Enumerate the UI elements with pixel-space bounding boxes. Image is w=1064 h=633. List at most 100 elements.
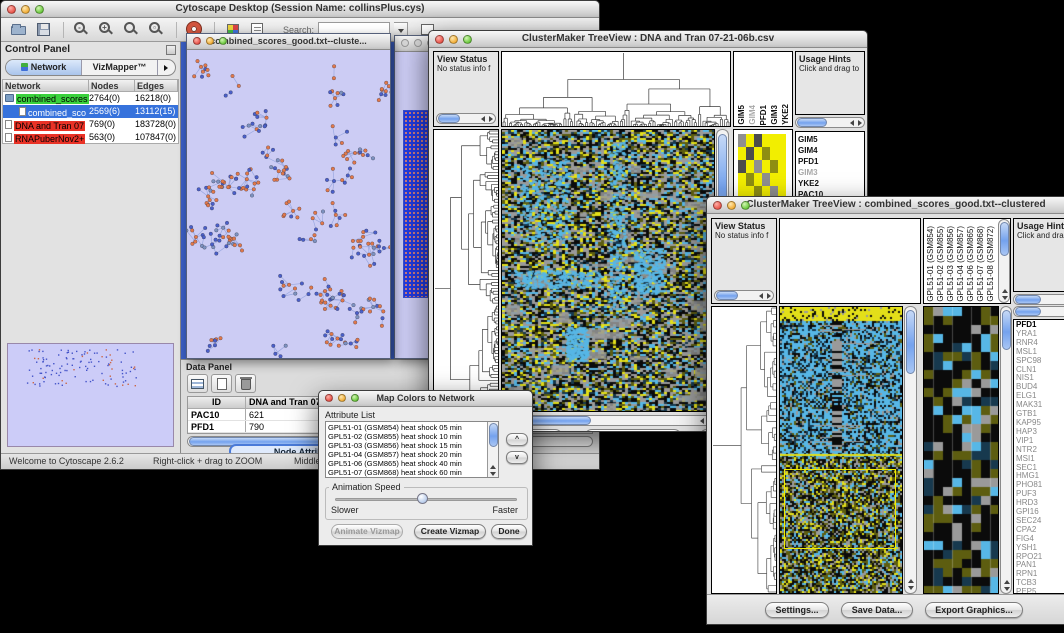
network-canvas[interactable]: [187, 50, 390, 358]
network-row[interactable]: combined_scores2764(0)16218(0): [3, 92, 178, 105]
close-button[interactable]: [193, 37, 201, 45]
zoom-window-button[interactable]: [351, 394, 359, 402]
tv2-titlebar[interactable]: ClusterMaker TreeView : combined_scores_…: [707, 197, 1064, 214]
tv2-export-graphics-button[interactable]: Export Graphics...: [925, 602, 1023, 618]
attribute-item[interactable]: GPL51-07 (GSM868) heat shock 60 min: [328, 468, 496, 477]
view-status-hscrollbar[interactable]: [714, 290, 774, 301]
network-view-window[interactable]: combined_scores_good.txt--cluste...: [186, 33, 391, 359]
attribute-item[interactable]: GPL51-04 (GSM857) heat shock 20 min: [328, 450, 496, 459]
scrollbar-thumb[interactable]: [1002, 310, 1011, 350]
attribute-item[interactable]: GPL51-02 (GSM855) heat shock 10 min: [328, 432, 496, 441]
minimize-button[interactable]: [338, 394, 346, 402]
minimize-button[interactable]: [206, 37, 214, 45]
gene-label[interactable]: PFD1: [798, 156, 864, 167]
open-session-button[interactable]: [9, 20, 30, 39]
tv2-collabels-vscrollbar[interactable]: [998, 219, 1010, 303]
tv1-heatmap-hscrollbar[interactable]: [501, 415, 715, 426]
scroll-down-icon[interactable]: [1002, 296, 1008, 300]
tv2-heatmap-vscrollbar[interactable]: [904, 306, 917, 594]
scroll-left-icon[interactable]: [700, 418, 704, 424]
close-button[interactable]: [401, 39, 409, 47]
tab-vizmapper[interactable]: VizMapper™: [82, 60, 157, 75]
minimize-button[interactable]: [449, 35, 458, 44]
attribute-up-button[interactable]: ^: [506, 433, 528, 446]
scrollbar-thumb[interactable]: [1000, 222, 1009, 256]
select-attributes-button[interactable]: [187, 374, 208, 393]
create-vizmap-button[interactable]: Create Vizmap: [414, 524, 486, 539]
scroll-up-icon[interactable]: [1004, 580, 1010, 584]
network-overview-thumbnail[interactable]: [7, 343, 174, 447]
scroll-up-icon[interactable]: [1002, 289, 1008, 293]
scrollbar-thumb[interactable]: [438, 114, 460, 123]
minimize-button[interactable]: [21, 5, 30, 14]
scrollbar-thumb[interactable]: [906, 310, 915, 374]
close-button[interactable]: [713, 201, 722, 210]
scroll-left-icon[interactable]: [481, 116, 485, 122]
scrollbar-thumb[interactable]: [1015, 307, 1041, 316]
tv2-genelabels-hscrollbar[interactable]: [1013, 306, 1064, 317]
tv1-genelabels-hscrollbar[interactable]: [795, 117, 865, 128]
scrollbar-thumb[interactable]: [797, 118, 827, 127]
tv1-heatmap[interactable]: [501, 129, 715, 412]
attribute-down-button[interactable]: v: [506, 451, 528, 464]
scroll-right-icon[interactable]: [489, 116, 493, 122]
gene-label[interactable]: GIM5: [798, 134, 864, 145]
zoom-in-button[interactable]: +: [97, 20, 118, 39]
scroll-down-icon[interactable]: [490, 472, 496, 476]
tv2-heatmap[interactable]: [779, 306, 903, 594]
tv1-row-dendrogram[interactable]: [433, 129, 499, 412]
done-button[interactable]: Done: [491, 524, 527, 539]
tv1-column-dendrogram[interactable]: [501, 51, 731, 127]
tv2-usage-hscrollbar[interactable]: [1013, 294, 1064, 305]
attribute-list-vscrollbar[interactable]: [487, 422, 498, 477]
tab-network[interactable]: Network: [6, 60, 82, 75]
animate-vizmap-button[interactable]: Animate Vizmap: [331, 524, 403, 539]
scroll-up-icon[interactable]: [908, 579, 914, 583]
minimize-button[interactable]: [414, 39, 422, 47]
minimize-button[interactable]: [727, 201, 736, 210]
scroll-right-icon[interactable]: [858, 120, 862, 126]
zoom-window-button[interactable]: [741, 201, 750, 210]
tv2-zoom-vscrollbar[interactable]: [1000, 306, 1012, 594]
scroll-left-icon[interactable]: [759, 293, 763, 299]
attribute-item[interactable]: GPL51-01 (GSM854) heat shock 05 min: [328, 423, 496, 432]
scroll-left-icon[interactable]: [850, 120, 854, 126]
scrollbar-thumb[interactable]: [716, 291, 738, 300]
tv1-export-graphics-button[interactable]: Export Graphics...: [584, 429, 682, 431]
zoom-fit-button[interactable]: ▫: [147, 20, 168, 39]
scroll-right-icon[interactable]: [767, 293, 771, 299]
network-row[interactable]: combined_sco2569(6)13112(15): [3, 105, 178, 118]
zoom-selected-button[interactable]: [122, 20, 143, 39]
netwindow-titlebar[interactable]: combined_scores_good.txt--cluste...: [187, 34, 390, 50]
float-panel-icon[interactable]: [166, 45, 176, 55]
tv2-zoom-heatmap[interactable]: [923, 306, 999, 594]
zoom-window-button[interactable]: [35, 5, 44, 14]
speed-slider-thumb[interactable]: [417, 493, 428, 504]
tv2-settings-button[interactable]: Settings...: [765, 602, 829, 618]
attribute-item[interactable]: GPL51-06 (GSM865) heat shock 40 min: [328, 459, 496, 468]
close-button[interactable]: [435, 35, 444, 44]
zoom-out-button[interactable]: -: [72, 20, 93, 39]
tv1-titlebar[interactable]: ClusterMaker TreeView : DNA and Tran 07-…: [429, 31, 867, 48]
scrollbar-thumb[interactable]: [489, 423, 498, 447]
gene-label[interactable]: YKE2: [798, 178, 864, 189]
attribute-listbox[interactable]: GPL51-01 (GSM854) heat shock 05 minGPL51…: [325, 421, 499, 478]
scrollbar-thumb[interactable]: [1015, 295, 1041, 304]
network-row[interactable]: DNA and Tran 07769(0)183728(0): [3, 118, 178, 131]
delete-attribute-button[interactable]: [235, 374, 256, 393]
scroll-down-icon[interactable]: [908, 586, 914, 590]
gene-label[interactable]: GIM4: [798, 145, 864, 156]
new-attribute-button[interactable]: [211, 374, 232, 393]
tv2-column-dendrogram[interactable]: [779, 218, 921, 304]
attribute-item[interactable]: GPL51-03 (GSM856) heat shock 15 min: [328, 441, 496, 450]
save-session-button[interactable]: [34, 20, 55, 39]
close-button[interactable]: [325, 394, 333, 402]
main-titlebar[interactable]: Cytoscape Desktop (Session Name: collins…: [1, 1, 599, 18]
zoom-window-button[interactable]: [219, 37, 227, 45]
tab-overflow-button[interactable]: [157, 60, 175, 75]
zoom-window-button[interactable]: [463, 35, 472, 44]
close-button[interactable]: [7, 5, 16, 14]
view-status-hscrollbar[interactable]: [436, 113, 496, 124]
scroll-down-icon[interactable]: [1004, 587, 1010, 591]
gene-label[interactable]: GIM3: [798, 167, 864, 178]
